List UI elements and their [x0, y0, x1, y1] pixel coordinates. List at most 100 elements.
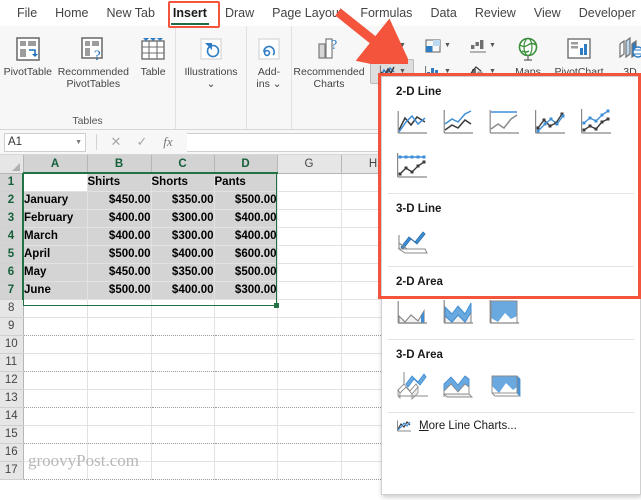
cell-C8[interactable] — [151, 299, 215, 318]
cell-C3[interactable]: $300.00 — [151, 209, 215, 228]
cell-A15[interactable] — [23, 425, 88, 444]
cell-A10[interactable] — [23, 335, 88, 354]
cell-D11[interactable] — [214, 353, 278, 372]
cell-G6[interactable] — [277, 263, 342, 282]
row-header-10[interactable]: 10 — [0, 335, 24, 354]
column-header-b[interactable]: B — [87, 155, 152, 174]
column-header-c[interactable]: C — [151, 155, 215, 174]
cell-A12[interactable] — [23, 371, 88, 390]
cell-G1[interactable] — [277, 173, 342, 192]
cell-C16[interactable] — [151, 443, 215, 462]
cell-C4[interactable]: $300.00 — [151, 227, 215, 246]
cell-D5[interactable]: $600.00 — [214, 245, 278, 264]
row-header-5[interactable]: 5 — [0, 245, 24, 264]
3d-stacked-area-chart-type[interactable] — [438, 366, 480, 404]
column-header-g[interactable]: G — [277, 155, 342, 174]
stacked-line-chart-type[interactable] — [438, 103, 480, 141]
pivottable-button[interactable]: PivotTable — [0, 30, 56, 81]
cell-G8[interactable] — [277, 299, 342, 318]
tab-view[interactable]: View — [525, 2, 570, 24]
cell-D4[interactable]: $400.00 — [214, 227, 278, 246]
cell-C9[interactable] — [151, 317, 215, 336]
cell-B5[interactable]: $500.00 — [87, 245, 152, 264]
more-line-charts-menu-item[interactable]: More Line Charts... — [382, 413, 640, 433]
3d-map-button[interactable]: 3D — [608, 30, 641, 81]
cell-C5[interactable]: $400.00 — [151, 245, 215, 264]
cell-B9[interactable] — [87, 317, 152, 336]
cell-C13[interactable] — [151, 389, 215, 408]
cell-G12[interactable] — [277, 371, 342, 390]
cell-C7[interactable]: $400.00 — [151, 281, 215, 300]
tab-developer[interactable]: Developer — [570, 2, 641, 24]
cell-G15[interactable] — [277, 425, 342, 444]
cell-A3[interactable]: February — [23, 209, 88, 228]
row-header-13[interactable]: 13 — [0, 389, 24, 408]
line-chart-type[interactable] — [392, 103, 434, 141]
cell-D1[interactable]: Pants — [214, 173, 278, 192]
row-header-3[interactable]: 3 — [0, 209, 24, 228]
recommended-charts-button[interactable]: ? Recommended Charts — [292, 30, 366, 92]
column-header-d[interactable]: D — [214, 155, 278, 174]
cell-B7[interactable]: $500.00 — [87, 281, 152, 300]
cell-C11[interactable] — [151, 353, 215, 372]
row-header-8[interactable]: 8 — [0, 299, 24, 318]
tab-new-tab[interactable]: New Tab — [98, 2, 164, 24]
cell-B11[interactable] — [87, 353, 152, 372]
tab-file[interactable]: File — [8, 2, 46, 24]
cell-G2[interactable] — [277, 191, 342, 210]
selection-fill-handle[interactable] — [274, 303, 279, 308]
cell-B15[interactable] — [87, 425, 152, 444]
cell-B14[interactable] — [87, 407, 152, 426]
cell-G10[interactable] — [277, 335, 342, 354]
3d-area-chart-type[interactable] — [392, 366, 434, 404]
cell-D3[interactable]: $400.00 — [214, 209, 278, 228]
cell-B12[interactable] — [87, 371, 152, 390]
cell-D17[interactable] — [214, 461, 278, 480]
cell-D10[interactable] — [214, 335, 278, 354]
tab-insert[interactable]: Insert — [164, 2, 216, 25]
cancel-formula-icon[interactable]: ✕ — [103, 134, 129, 150]
pivotchart-button[interactable]: PivotChart — [550, 30, 608, 81]
cell-D6[interactable]: $500.00 — [214, 263, 278, 282]
cell-B4[interactable]: $400.00 — [87, 227, 152, 246]
cell-G13[interactable] — [277, 389, 342, 408]
area-chart-type[interactable] — [392, 293, 434, 331]
cell-B3[interactable]: $400.00 — [87, 209, 152, 228]
cell-C2[interactable]: $350.00 — [151, 191, 215, 210]
cell-C15[interactable] — [151, 425, 215, 444]
confirm-formula-icon[interactable]: ✓ — [129, 134, 155, 150]
cell-A6[interactable]: May — [23, 263, 88, 282]
cell-D13[interactable] — [214, 389, 278, 408]
cell-G16[interactable] — [277, 443, 342, 462]
3d-100-stacked-area-chart-type[interactable] — [484, 366, 526, 404]
cell-D9[interactable] — [214, 317, 278, 336]
name-box[interactable]: A1 ▼ — [4, 132, 86, 152]
cell-C12[interactable] — [151, 371, 215, 390]
cell-G9[interactable] — [277, 317, 342, 336]
row-header-7[interactable]: 7 — [0, 281, 24, 300]
row-header-12[interactable]: 12 — [0, 371, 24, 390]
tab-page-layout[interactable]: Page Layout — [263, 2, 351, 24]
cell-B8[interactable] — [87, 299, 152, 318]
cell-D8[interactable] — [214, 299, 278, 318]
waterfall-chart-button[interactable]: ▼ — [460, 33, 504, 58]
tab-data[interactable]: Data — [421, 2, 465, 24]
tab-formulas[interactable]: Formulas — [351, 2, 421, 24]
row-header-16[interactable]: 16 — [0, 443, 24, 462]
row-header-2[interactable]: 2 — [0, 191, 24, 210]
cell-A8[interactable] — [23, 299, 88, 318]
cell-D12[interactable] — [214, 371, 278, 390]
100-stacked-line-with-markers-chart-type[interactable] — [392, 147, 434, 185]
cell-D15[interactable] — [214, 425, 278, 444]
tab-review[interactable]: Review — [466, 2, 525, 24]
row-header-6[interactable]: 6 — [0, 263, 24, 282]
cell-D2[interactable]: $500.00 — [214, 191, 278, 210]
cell-D16[interactable] — [214, 443, 278, 462]
row-header-15[interactable]: 15 — [0, 425, 24, 444]
cell-C10[interactable] — [151, 335, 215, 354]
column-chart-button[interactable]: ▼ — [370, 33, 414, 58]
cell-A9[interactable] — [23, 317, 88, 336]
row-header-4[interactable]: 4 — [0, 227, 24, 246]
cell-C17[interactable] — [151, 461, 215, 480]
cell-A4[interactable]: March — [23, 227, 88, 246]
